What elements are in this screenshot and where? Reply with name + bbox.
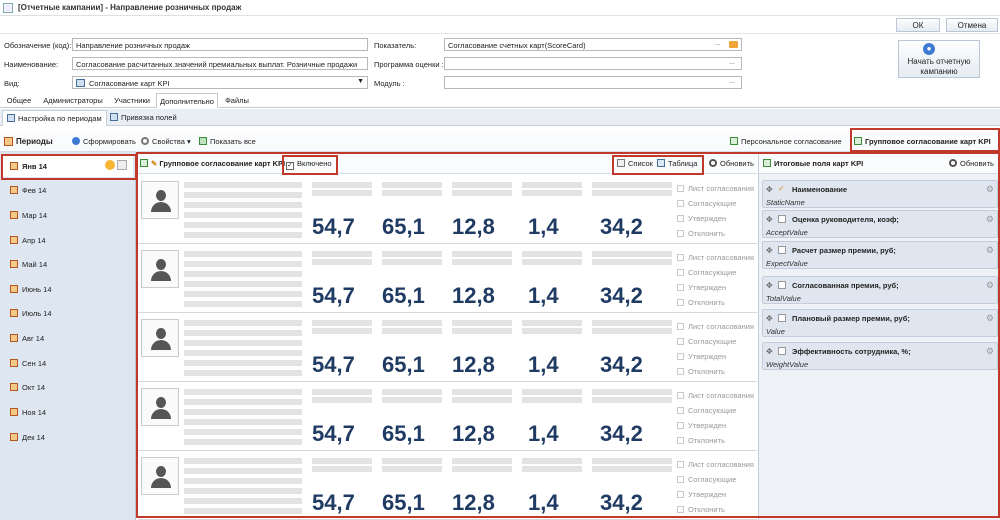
periods-header: Периоды Сформировать bbox=[0, 132, 136, 152]
calendar-icon bbox=[10, 236, 18, 244]
refresh-icon bbox=[72, 137, 80, 145]
kind-label: Вид: bbox=[4, 79, 20, 88]
periods-title: Периоды bbox=[16, 137, 53, 146]
indicator-label: Показатель: bbox=[374, 41, 417, 50]
window-title: [Отчетные кампании] - Направление рознич… bbox=[18, 3, 242, 12]
calendar-icon bbox=[10, 359, 18, 367]
module-browse-button[interactable]: ... bbox=[729, 78, 735, 85]
period-name: Сен 14 bbox=[22, 359, 47, 368]
dialog-toolbar: ОК Отмена bbox=[0, 16, 1000, 34]
module-field[interactable]: ... bbox=[444, 76, 742, 89]
period-item[interactable]: Апр 14 bbox=[10, 236, 46, 245]
indicator-browse-button[interactable]: ... bbox=[715, 40, 721, 47]
program-browse-button[interactable]: ... bbox=[729, 59, 735, 66]
period-item[interactable]: Мар 14 bbox=[10, 211, 47, 220]
calendar-icon bbox=[10, 260, 18, 268]
period-name: Июль 14 bbox=[22, 309, 52, 318]
period-item[interactable]: Июнь 14 bbox=[10, 285, 52, 294]
start-icon: ● bbox=[923, 43, 935, 55]
chevron-down-icon: ▼ bbox=[357, 78, 364, 85]
period-name: Фев 14 bbox=[22, 186, 47, 195]
open-icon[interactable] bbox=[729, 41, 738, 48]
subtab-fields[interactable]: Привязка полей bbox=[106, 110, 181, 126]
show-all-label: Показать все bbox=[210, 137, 256, 146]
kpi-icon bbox=[76, 79, 85, 87]
start-campaign-label: Начать отчетную кампанию bbox=[907, 57, 971, 76]
code-field[interactable]: Направление розничных продаж bbox=[72, 38, 368, 51]
indicator-value: Согласование счетных карт(ScoreCard) bbox=[448, 41, 586, 50]
code-label: Обозначение (код): bbox=[4, 41, 72, 50]
chevron-down-icon: ▾ bbox=[187, 137, 191, 146]
period-name: Дек 14 bbox=[22, 433, 45, 442]
period-item[interactable]: Сен 14 bbox=[10, 359, 46, 368]
calendar-icon bbox=[4, 137, 13, 146]
form-periods-button[interactable]: Сформировать bbox=[72, 137, 136, 146]
calendar-icon bbox=[10, 433, 18, 441]
calendar-icon bbox=[10, 383, 18, 391]
start-campaign-button[interactable]: Начать отчетную кампанию bbox=[898, 40, 980, 78]
period-name: Июнь 14 bbox=[22, 285, 52, 294]
calendar-icon bbox=[10, 309, 18, 317]
period-name: Авг 14 bbox=[22, 334, 45, 343]
period-name: Окт 14 bbox=[22, 383, 46, 392]
period-item[interactable]: Фев 14 bbox=[10, 186, 46, 195]
period-name: Май 14 bbox=[22, 260, 48, 269]
gear-icon bbox=[141, 137, 149, 145]
ok-button[interactable]: ОК bbox=[896, 18, 940, 32]
calendar-icon bbox=[10, 211, 18, 219]
period-name: Мар 14 bbox=[22, 211, 48, 220]
group-tab-highlight bbox=[850, 128, 1000, 152]
period-name: Ноя 14 bbox=[22, 408, 47, 417]
personal-approval-icon bbox=[730, 137, 738, 145]
calendar-icon bbox=[10, 334, 18, 342]
properties-button[interactable]: Свойства ▾ bbox=[141, 137, 191, 146]
show-all-button[interactable]: Показать все bbox=[199, 137, 256, 146]
main-tabs: Общее Администраторы Участники Дополните… bbox=[0, 93, 1000, 108]
group-approval-highlight bbox=[136, 152, 1000, 518]
periods-settings-icon bbox=[7, 114, 15, 122]
program-field[interactable]: ... bbox=[444, 57, 742, 70]
name-field[interactable]: Согласование расчитанных значений премиа… bbox=[72, 57, 368, 70]
personal-approval-tab[interactable]: Персональное согласование bbox=[730, 137, 842, 146]
tab-participants[interactable]: Участники bbox=[110, 93, 154, 108]
subtab-periods[interactable]: Настройка по периодам bbox=[2, 110, 107, 126]
fields-binding-icon bbox=[110, 113, 118, 121]
period-item[interactable]: Июль 14 bbox=[10, 309, 52, 318]
tab-files[interactable]: Файлы bbox=[222, 93, 252, 108]
form-periods-label: Сформировать bbox=[83, 137, 136, 146]
module-label: Модуль : bbox=[374, 79, 405, 88]
tab-general[interactable]: Общее bbox=[4, 93, 34, 108]
subtab-periods-label: Настройка по периодам bbox=[18, 114, 102, 123]
tab-admins[interactable]: Администраторы bbox=[40, 93, 106, 108]
kind-select-value: Согласование карт KPI bbox=[89, 79, 170, 88]
program-label: Программа оценки : bbox=[374, 60, 444, 69]
name-label: Наименование: bbox=[4, 60, 59, 69]
show-all-icon bbox=[199, 137, 207, 145]
period-name: Апр 14 bbox=[22, 236, 46, 245]
calendar-icon bbox=[10, 408, 18, 416]
window-titlebar: [Отчетные кампании] - Направление рознич… bbox=[0, 0, 1000, 16]
sub-tabs: Настройка по периодам Привязка полей bbox=[0, 109, 1000, 126]
period-item[interactable]: Окт 14 bbox=[10, 383, 45, 392]
period-item[interactable]: Авг 14 bbox=[10, 334, 44, 343]
period-item[interactable]: Дек 14 bbox=[10, 433, 45, 442]
calendar-icon bbox=[10, 186, 18, 194]
selected-period-highlight bbox=[1, 154, 137, 180]
indicator-field[interactable]: Согласование счетных карт(ScoreCard) ... bbox=[444, 38, 742, 51]
app-icon bbox=[3, 3, 13, 13]
calendar-icon bbox=[10, 285, 18, 293]
personal-approval-label: Персональное согласование bbox=[741, 137, 842, 146]
cancel-button[interactable]: Отмена bbox=[946, 18, 998, 32]
period-item[interactable]: Май 14 bbox=[10, 260, 47, 269]
properties-label: Свойства bbox=[152, 137, 185, 146]
period-item[interactable]: Ноя 14 bbox=[10, 408, 46, 417]
subtab-fields-label: Привязка полей bbox=[121, 113, 177, 122]
tab-additional[interactable]: Дополнительно bbox=[156, 93, 218, 108]
periods-panel: Периоды Сформировать Янв 14 Фев 14 Мар 1… bbox=[0, 132, 136, 520]
kind-select[interactable]: Согласование карт KPI ▼ bbox=[72, 76, 368, 89]
